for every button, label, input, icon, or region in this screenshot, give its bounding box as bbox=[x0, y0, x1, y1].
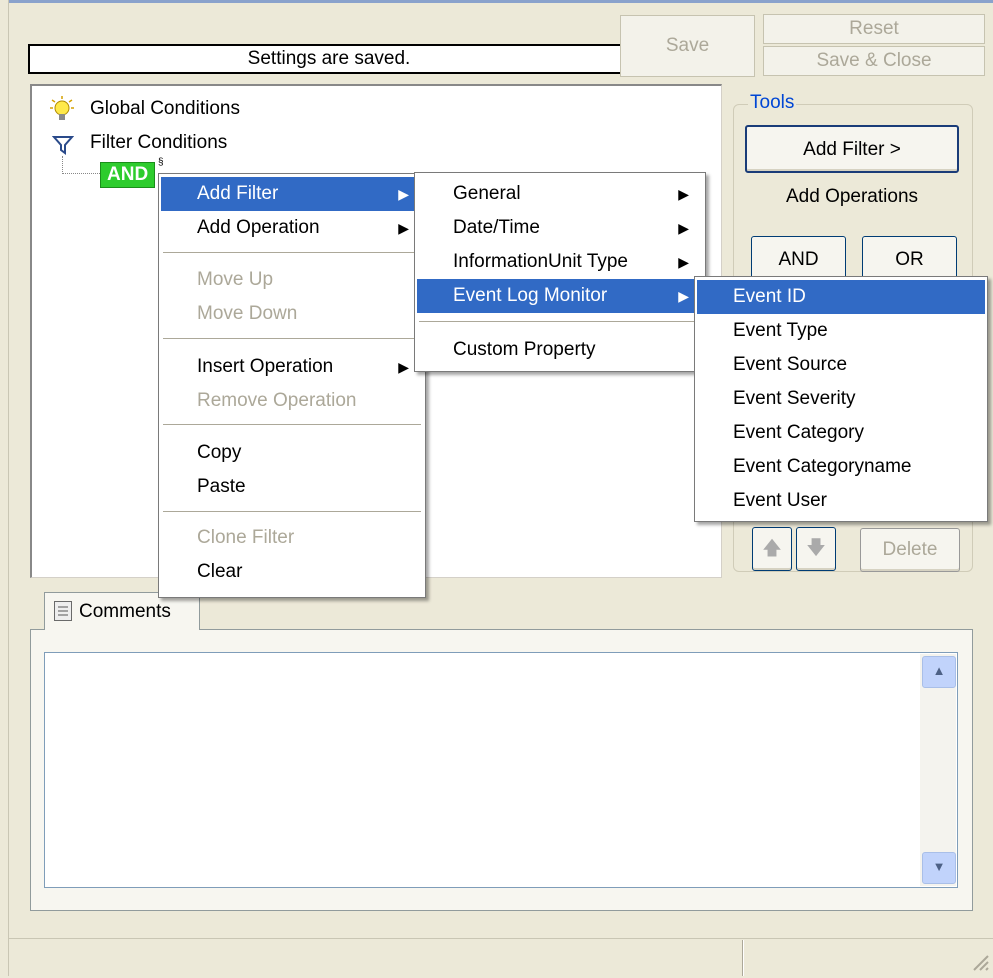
tree-item-global-conditions[interactable]: Global Conditions bbox=[90, 98, 240, 120]
tree-item-filter-conditions[interactable]: Filter Conditions bbox=[90, 132, 227, 154]
arrow-down-icon: 🡇 bbox=[806, 538, 826, 559]
submenu-arrow-icon: ▶ bbox=[678, 288, 689, 304]
submenu-item-event-id[interactable]: Event ID bbox=[697, 280, 985, 314]
scroll-up-icon[interactable]: ▲ bbox=[922, 656, 956, 688]
arrow-up-icon: 🡅 bbox=[762, 538, 782, 559]
window-top-border bbox=[0, 0, 993, 3]
submenu-item-custom-property[interactable]: Custom Property bbox=[417, 333, 703, 367]
submenu-item-event-user[interactable]: Event User bbox=[697, 484, 985, 518]
and-operation-node[interactable]: AND bbox=[100, 162, 156, 188]
menu-item-remove-operation[interactable]: Remove Operation bbox=[161, 384, 423, 418]
menu-item-add-operation[interactable]: Add Operation ▶ bbox=[161, 211, 423, 245]
window-left-edge bbox=[0, 0, 9, 976]
submenu-item-event-severity[interactable]: Event Severity bbox=[697, 382, 985, 416]
menu-item-clear[interactable]: Clear bbox=[161, 555, 423, 589]
submenu-arrow-icon: ▶ bbox=[678, 186, 689, 202]
menu-item-insert-operation[interactable]: Insert Operation ▶ bbox=[161, 350, 423, 384]
node-marker-icon: § bbox=[158, 157, 164, 168]
reset-button[interactable]: Reset bbox=[763, 14, 985, 44]
submenu-arrow-icon: ▶ bbox=[678, 254, 689, 270]
comments-tab-label: Comments bbox=[79, 601, 171, 622]
event-log-submenu: Event ID Event Type Event Source Event S… bbox=[694, 276, 988, 522]
menu-item-copy[interactable]: Copy bbox=[161, 436, 423, 470]
submenu-arrow-icon: ▶ bbox=[398, 359, 409, 375]
move-up-button[interactable]: 🡅 bbox=[752, 527, 792, 571]
funnel-icon bbox=[51, 134, 75, 156]
menu-item-clone-filter[interactable]: Clone Filter bbox=[161, 521, 423, 555]
submenu-item-event-categoryname[interactable]: Event Categoryname bbox=[697, 450, 985, 484]
delete-button[interactable]: Delete bbox=[860, 528, 960, 572]
menu-item-add-filter[interactable]: Add Filter ▶ bbox=[161, 177, 423, 211]
submenu-item-event-type[interactable]: Event Type bbox=[697, 314, 985, 348]
submenu-arrow-icon: ▶ bbox=[398, 186, 409, 202]
submenu-arrow-icon: ▶ bbox=[678, 220, 689, 236]
resize-grip-icon[interactable] bbox=[968, 950, 990, 972]
submenu-item-date-time[interactable]: Date/Time ▶ bbox=[417, 211, 703, 245]
menu-item-move-down[interactable]: Move Down bbox=[161, 297, 423, 331]
comments-scrollbar[interactable]: ▲ ▼ bbox=[920, 654, 956, 886]
tools-title: Tools bbox=[748, 92, 797, 114]
save-button[interactable]: Save bbox=[620, 15, 755, 77]
menu-item-paste[interactable]: Paste bbox=[161, 470, 423, 504]
add-operations-label: Add Operations bbox=[785, 186, 919, 207]
submenu-item-event-category[interactable]: Event Category bbox=[697, 416, 985, 450]
submenu-arrow-icon: ▶ bbox=[398, 220, 409, 236]
menu-separator bbox=[163, 338, 421, 339]
submenu-item-event-source[interactable]: Event Source bbox=[697, 348, 985, 382]
add-filter-submenu: General ▶ Date/Time ▶ InformationUnit Type… bbox=[414, 172, 706, 372]
lightbulb-icon bbox=[50, 96, 74, 122]
status-message: Settings are saved. bbox=[28, 44, 630, 74]
context-menu: Add Filter ▶ Add Operation ▶ Move Up Move … bbox=[158, 173, 426, 598]
menu-item-move-up[interactable]: Move Up bbox=[161, 263, 423, 297]
status-bar-divider bbox=[742, 940, 744, 976]
submenu-item-general[interactable]: General ▶ bbox=[417, 177, 703, 211]
submenu-item-event-log-monitor[interactable]: Event Log Monitor ▶ bbox=[417, 279, 703, 313]
menu-separator bbox=[163, 511, 421, 512]
add-filter-button[interactable]: Add Filter > bbox=[745, 125, 959, 173]
save-close-button[interactable]: Save & Close bbox=[763, 46, 985, 76]
menu-separator bbox=[163, 252, 421, 253]
scroll-down-icon[interactable]: ▼ bbox=[922, 852, 956, 884]
tree-connector bbox=[62, 156, 100, 174]
status-bar bbox=[9, 938, 993, 976]
document-icon bbox=[54, 601, 72, 621]
submenu-item-informationunit-type[interactable]: InformationUnit Type ▶ bbox=[417, 245, 703, 279]
move-down-button[interactable]: 🡇 bbox=[796, 527, 836, 571]
menu-separator bbox=[419, 321, 701, 322]
menu-separator bbox=[163, 424, 421, 425]
comments-textarea[interactable] bbox=[44, 652, 958, 888]
